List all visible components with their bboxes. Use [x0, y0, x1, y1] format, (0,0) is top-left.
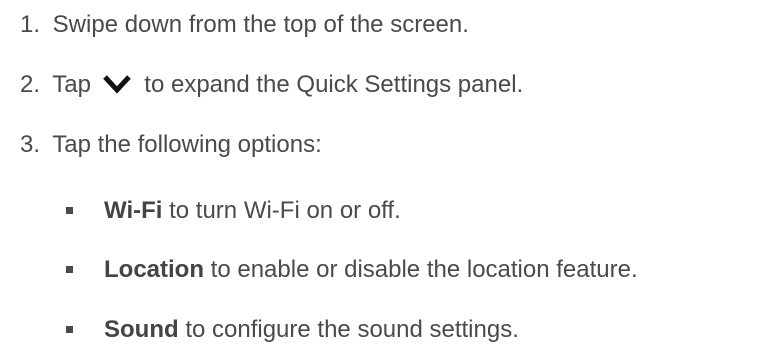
- step-number: 1.: [19, 11, 40, 38]
- bullet-icon: [66, 266, 73, 273]
- option-description: to turn Wi-Fi on or off.: [169, 197, 401, 224]
- option-label: Location: [104, 256, 204, 283]
- option-location: Location to enable or disable the locati…: [0, 253, 757, 287]
- step-number: 2.: [19, 71, 40, 98]
- step-3: 3. Tap the following options:: [0, 128, 322, 162]
- step-number: 3.: [19, 131, 40, 158]
- step-1: 1. Swipe down from the top of the screen…: [0, 8, 469, 42]
- bullet-icon: [66, 207, 73, 214]
- step-2: 2. Tap to expand the Quick Settings pane…: [0, 68, 523, 102]
- option-text: Location to enable or disable the locati…: [104, 253, 638, 287]
- step-text: Swipe down from the top of the screen.: [52, 11, 469, 38]
- step-text-pre: Tap: [52, 71, 91, 98]
- option-description: to enable or disable the location featur…: [210, 256, 638, 283]
- chevron-down-icon: [102, 71, 132, 94]
- option-text: Wi-Fi to turn Wi-Fi on or off.: [104, 194, 401, 228]
- step-text-post: to expand the Quick Settings panel.: [144, 71, 524, 98]
- option-text: Sound to configure the sound settings.: [104, 313, 519, 347]
- option-label: Sound: [104, 316, 179, 343]
- option-sound: Sound to configure the sound settings.: [0, 313, 757, 347]
- option-description: to configure the sound settings.: [185, 316, 519, 343]
- step-text: Tap the following options:: [52, 131, 322, 158]
- option-label: Wi-Fi: [104, 197, 163, 224]
- bullet-icon: [66, 326, 73, 333]
- option-wifi: Wi-Fi to turn Wi-Fi on or off.: [0, 194, 757, 228]
